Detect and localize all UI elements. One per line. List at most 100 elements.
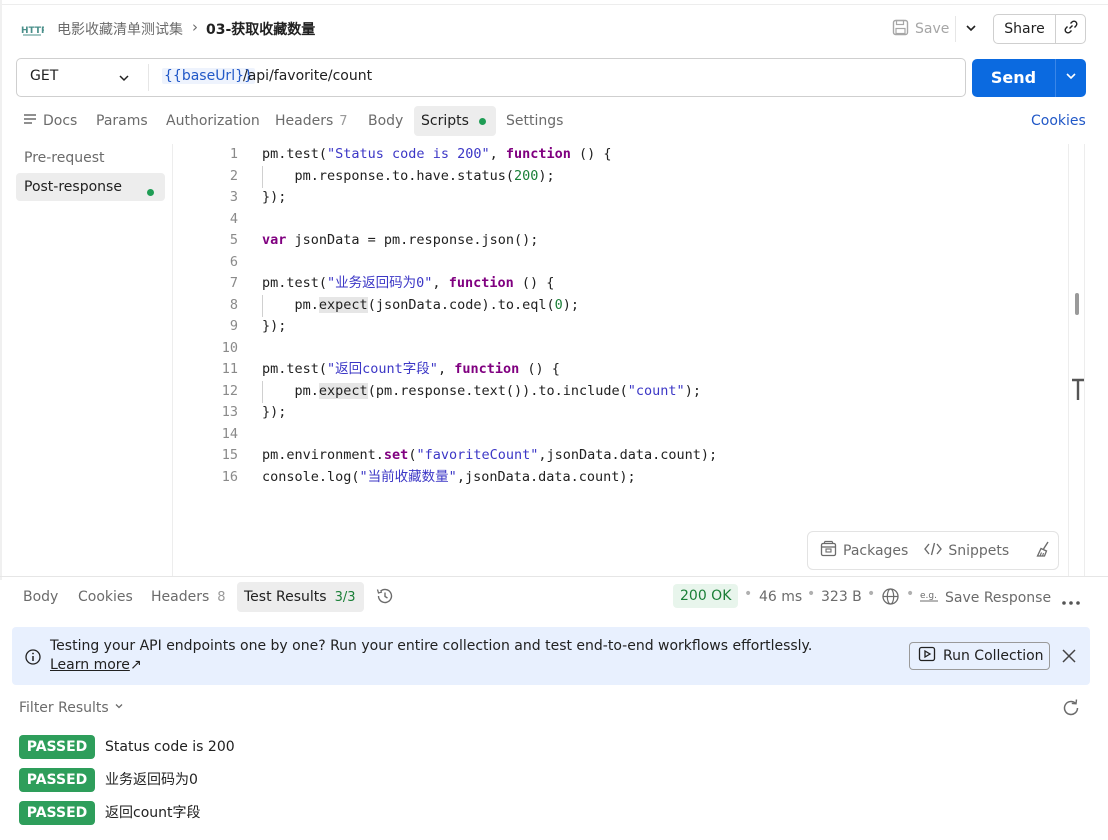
code-string: "count" [627,382,685,399]
globe-icon[interactable] [881,587,900,610]
code-string: "当前收藏数量" [359,468,457,485]
scripts-status-dot [478,117,486,125]
code-line: 2 pm.response.to.have.status(200); [190,166,717,188]
share-button[interactable]: Share [994,15,1056,43]
package-icon [820,540,837,561]
code-editor[interactable]: 1 pm.test("Status code is 200", function … [190,144,717,488]
filter-results-dropdown[interactable]: Filter Results [19,698,125,718]
run-collection-button[interactable]: Run Collection [909,642,1050,670]
line-number: 11 [221,361,238,377]
response-time[interactable]: 46 ms [759,587,802,607]
response-tab-cookies[interactable]: Cookies [78,586,133,608]
line-number: 10 [221,339,238,356]
line-number: 5 [229,232,238,248]
filter-results-label: Filter Results [19,700,109,716]
test-status-badge: PASSED [19,768,95,792]
response-tab-test-results[interactable]: Test Results 3/3 [244,586,356,608]
learn-more-link[interactable]: Learn more [50,656,130,675]
broom-icon [1035,540,1053,562]
tab-docs[interactable]: Docs [23,110,77,132]
close-icon[interactable] [1058,645,1080,667]
save-button[interactable]: Save [892,16,949,42]
sidebar-item-post-response[interactable]: Post-response [24,177,122,197]
beautify-button[interactable] [1035,540,1053,562]
link-icon [1063,19,1079,39]
tab-headers-count: 7 [339,114,348,129]
url-divider [148,64,149,91]
packages-button[interactable]: Packages [820,540,908,561]
tab-headers[interactable]: Headers 7 [275,110,348,132]
sidebar-item-pre-request[interactable]: Pre-request [24,148,105,168]
line-number: 3 [229,189,238,205]
snippets-label: Snippets [948,542,1010,559]
floppy-disk-icon [892,19,909,40]
code-string: "返回count字段" [327,361,438,377]
response-tab-headers[interactable]: Headers 8 [151,586,226,608]
response-tab-body[interactable]: Body [23,586,58,608]
url-variable-baseurl[interactable]: {{baseUrl}} [162,68,255,84]
editor-scroll-track-border [1084,144,1085,576]
line-number: 14 [221,425,238,442]
save-options-chevron-down-icon[interactable] [963,18,979,38]
tab-scripts[interactable]: Scripts [421,110,486,132]
tab-authorization[interactable]: Authorization [166,110,260,132]
code-line: 11 pm.test("返回count字段", function () { [190,359,717,381]
response-tab-headers-label: Headers [151,589,210,605]
docs-lines-icon [23,110,37,132]
breadcrumb-collection[interactable]: 电影收藏清单测试集 [57,19,183,39]
more-options-icon[interactable] [1061,594,1081,610]
history-icon[interactable] [375,586,395,610]
response-tab-headers-count: 8 [217,590,226,605]
code-line: 13}); [190,402,717,424]
send-button[interactable]: Send [972,59,1056,97]
save-response-button[interactable]: e.g. Save Response [919,587,1051,609]
editor-toolbar: Packages Snippets [807,531,1059,570]
play-icon [918,645,936,667]
request-title[interactable]: 03-获取收藏数量 [206,19,315,39]
code-line: 15 pm.environment.set("favoriteCount",jso… [190,445,717,467]
line-number: 9 [229,318,238,334]
run-collection-label: Run Collection [943,648,1044,664]
line-number: 7 [229,275,238,291]
response-size[interactable]: 323 B [821,587,862,607]
tab-headers-label: Headers [275,113,334,129]
test-name: 业务返回码为0 [105,772,198,788]
line-number: 8 [229,296,238,313]
chevron-down-icon [1064,69,1078,87]
code-brackets-icon [924,541,943,561]
test-status-badge: PASSED [19,735,95,759]
save-divider [955,16,956,42]
code-line: 3}); [190,187,717,209]
meta-separator: • [906,586,915,602]
http-method-select[interactable]: GET [30,68,58,84]
code-line: 12 pm.expect(pm.response.text()).to.incl… [190,381,717,403]
code-line: 5 var jsonData = pm.response.json(); [190,230,717,252]
tab-body[interactable]: Body [368,110,403,132]
editor-scrollbar-thumb[interactable] [1075,293,1079,315]
test-results-label: Test Results [244,589,327,605]
external-arrow-icon: ↗ [130,657,142,673]
breadcrumb-separator: › [192,18,198,36]
snippets-button[interactable]: Snippets [924,541,1009,561]
copy-link-button[interactable] [1056,15,1085,43]
cookies-link[interactable]: Cookies [1031,110,1086,132]
method-chevron-down-icon[interactable] [116,70,132,86]
code-line: 14 [190,424,717,446]
refresh-icon[interactable] [1060,697,1082,719]
url-input[interactable]: /api/favorite/count [243,68,372,84]
editor-right-border [1068,144,1069,576]
line-number: 12 [221,382,238,399]
example-eg-icon: e.g. [919,587,939,609]
code-line: 1 pm.test("Status code is 200", function … [190,144,717,166]
info-icon [24,648,42,666]
packages-label: Packages [843,542,909,559]
code-line: 4 [190,209,717,231]
status-badge[interactable]: 200 OK [673,584,739,608]
tab-settings[interactable]: Settings [506,110,563,132]
test-name: Status code is 200 [105,739,235,755]
send-options-button[interactable] [1056,59,1086,97]
tab-params[interactable]: Params [96,110,148,132]
meta-separator: • [867,586,876,602]
http-request-icon: HTTP [20,18,48,40]
line-number: 6 [229,253,238,270]
